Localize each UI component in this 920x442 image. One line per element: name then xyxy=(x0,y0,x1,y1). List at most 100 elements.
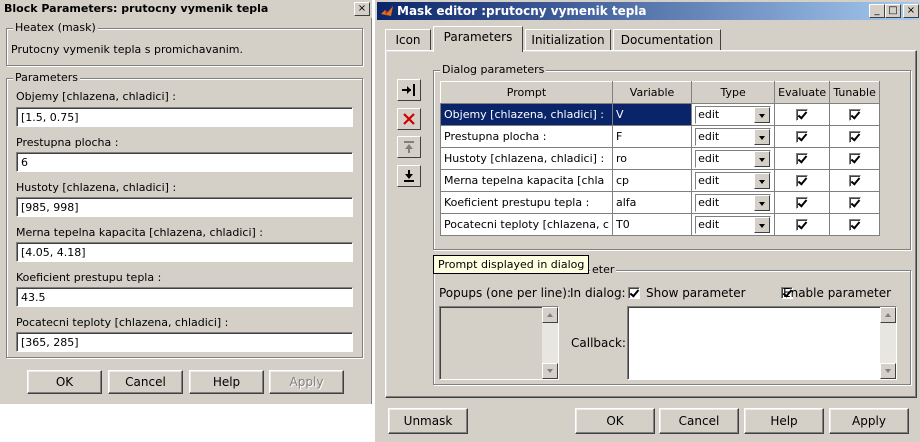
prompt-cell[interactable]: Prestupna plocha : xyxy=(440,125,613,148)
chevron-down-icon[interactable] xyxy=(754,128,771,145)
evaluate-checkbox[interactable] xyxy=(796,175,809,187)
close-icon[interactable]: × xyxy=(903,4,919,18)
ok-button[interactable]: OK xyxy=(575,408,655,434)
tunable-checkbox[interactable] xyxy=(848,153,861,165)
type-cell[interactable]: edit xyxy=(691,125,776,148)
tunable-checkbox[interactable] xyxy=(848,109,861,121)
param-input-heat-capacity[interactable]: [4.05, 4.18] xyxy=(16,242,353,262)
minimize-icon[interactable]: _ xyxy=(869,4,885,18)
scroll-up-icon[interactable] xyxy=(542,307,558,323)
tunable-checkbox[interactable] xyxy=(848,197,861,209)
help-button[interactable]: Help xyxy=(744,408,824,434)
enable-parameter-label: Enable parameter xyxy=(783,286,892,300)
unmask-button[interactable]: Unmask xyxy=(388,408,468,434)
variable-cell[interactable]: F xyxy=(611,125,693,148)
column-header-variable[interactable]: Variable xyxy=(611,81,693,104)
show-parameter-checkbox[interactable] xyxy=(628,287,640,299)
tab-initialization[interactable]: Initialization xyxy=(525,29,611,51)
prompt-cell[interactable]: Pocatecni teploty [chlazena, c xyxy=(440,213,613,236)
type-dropdown[interactable]: edit xyxy=(695,149,772,168)
table-row[interactable]: Hustoty [chlazena, chladici] : ro edit xyxy=(440,147,880,170)
scroll-up-icon[interactable] xyxy=(880,307,896,323)
evaluate-checkbox[interactable] xyxy=(796,197,809,209)
param-input-initial-temps[interactable]: [365, 285] xyxy=(16,332,353,352)
chevron-down-icon[interactable] xyxy=(754,216,771,233)
prompt-cell[interactable]: Objemy [chlazena, chladici] : xyxy=(440,103,613,126)
param-input-transfer-coef[interactable]: 43.5 xyxy=(16,287,353,307)
mask-editor-titlebar[interactable]: Mask editor :prutocny vymenik tepla xyxy=(377,2,919,20)
evaluate-checkbox[interactable] xyxy=(796,109,809,121)
type-dropdown[interactable]: edit xyxy=(695,105,772,124)
param-label-heat-capacity: Merna tepelna kapacita [chlazena, chladi… xyxy=(16,226,263,239)
cancel-button[interactable]: Cancel xyxy=(659,408,739,434)
param-input-area[interactable]: 6 xyxy=(16,152,353,172)
popups-textarea[interactable] xyxy=(439,306,559,380)
tunable-cell xyxy=(829,191,880,214)
callback-textarea[interactable] xyxy=(627,306,897,380)
maximize-icon[interactable]: □ xyxy=(885,4,901,18)
description-group-label: Heatex (mask) xyxy=(13,21,98,34)
type-cell[interactable]: edit xyxy=(691,103,776,126)
ok-button[interactable]: OK xyxy=(27,370,102,394)
type-dropdown[interactable]: edit xyxy=(695,127,772,146)
type-value: edit xyxy=(698,151,720,165)
cancel-button[interactable]: Cancel xyxy=(108,370,183,394)
variable-cell[interactable]: T0 xyxy=(611,213,693,236)
tab-icon[interactable]: Icon xyxy=(385,29,431,51)
apply-button[interactable]: Apply xyxy=(269,370,344,394)
tunable-checkbox[interactable] xyxy=(848,219,861,231)
table-row[interactable]: Objemy [chlazena, chladici] : V edit xyxy=(440,103,880,126)
popups-scrollbar[interactable] xyxy=(542,307,558,379)
table-row[interactable]: Koeficient prestupu tepla : alfa edit xyxy=(440,191,880,214)
evaluate-checkbox[interactable] xyxy=(796,153,809,165)
prompt-cell[interactable]: Hustoty [chlazena, chladici] : xyxy=(440,147,613,170)
param-input-volumes[interactable]: [1.5, 0.75] xyxy=(16,107,353,127)
move-up-button[interactable] xyxy=(397,136,421,158)
callback-scrollbar[interactable] xyxy=(880,307,896,379)
variable-cell[interactable]: ro xyxy=(611,147,693,170)
type-dropdown[interactable]: edit xyxy=(695,193,772,212)
type-dropdown[interactable]: edit xyxy=(695,171,772,190)
type-cell[interactable]: edit xyxy=(691,147,776,170)
table-row[interactable]: Merna tepelna kapacita [chla cp edit xyxy=(440,169,880,192)
column-header-tunable[interactable]: Tunable xyxy=(829,81,880,104)
table-row[interactable]: Prestupna plocha : F edit xyxy=(440,125,880,148)
param-label-initial-temps: Pocatecni teploty [chlazena, chladici] : xyxy=(16,316,229,329)
help-button[interactable]: Help xyxy=(189,370,264,394)
column-header-prompt[interactable]: Prompt xyxy=(440,81,613,104)
scroll-down-icon[interactable] xyxy=(880,363,896,379)
close-icon[interactable]: × xyxy=(354,2,370,16)
type-dropdown[interactable]: edit xyxy=(695,215,772,234)
variable-cell[interactable]: cp xyxy=(611,169,693,192)
type-cell[interactable]: edit xyxy=(691,213,776,236)
evaluate-checkbox[interactable] xyxy=(796,131,809,143)
type-cell[interactable]: edit xyxy=(691,191,776,214)
move-down-button[interactable] xyxy=(397,165,421,187)
tab-documentation[interactable]: Documentation xyxy=(613,29,721,51)
tunable-checkbox[interactable] xyxy=(848,131,861,143)
prompt-cell[interactable]: Merna tepelna kapacita [chla xyxy=(440,169,613,192)
tunable-checkbox[interactable] xyxy=(848,175,861,187)
variable-cell[interactable]: V xyxy=(611,103,693,126)
apply-button[interactable]: Apply xyxy=(829,408,909,434)
param-input-density[interactable]: [985, 998] xyxy=(16,197,353,217)
column-header-type[interactable]: Type xyxy=(691,81,776,104)
add-parameter-button[interactable] xyxy=(397,79,421,101)
column-header-evaluate[interactable]: Evaluate xyxy=(774,81,831,104)
prompt-cell[interactable]: Koeficient prestupu tepla : xyxy=(440,191,613,214)
table-row[interactable]: Pocatecni teploty [chlazena, c T0 edit xyxy=(440,213,880,236)
chevron-down-icon[interactable] xyxy=(754,106,771,123)
param-label-volumes: Objemy [chlazena, chladici] : xyxy=(16,90,176,103)
tab-parameters[interactable]: Parameters xyxy=(433,26,523,52)
type-cell[interactable]: edit xyxy=(691,169,776,192)
evaluate-cell xyxy=(774,191,831,214)
delete-parameter-button[interactable] xyxy=(397,108,421,130)
block-parameters-titlebar[interactable]: Block Parameters: prutocny vymenik tepla xyxy=(0,0,372,18)
delete-parameter-icon xyxy=(403,113,415,125)
variable-cell[interactable]: alfa xyxy=(611,191,693,214)
chevron-down-icon[interactable] xyxy=(754,150,771,167)
scroll-down-icon[interactable] xyxy=(542,363,558,379)
chevron-down-icon[interactable] xyxy=(754,172,771,189)
chevron-down-icon[interactable] xyxy=(754,194,771,211)
evaluate-checkbox[interactable] xyxy=(796,219,809,231)
